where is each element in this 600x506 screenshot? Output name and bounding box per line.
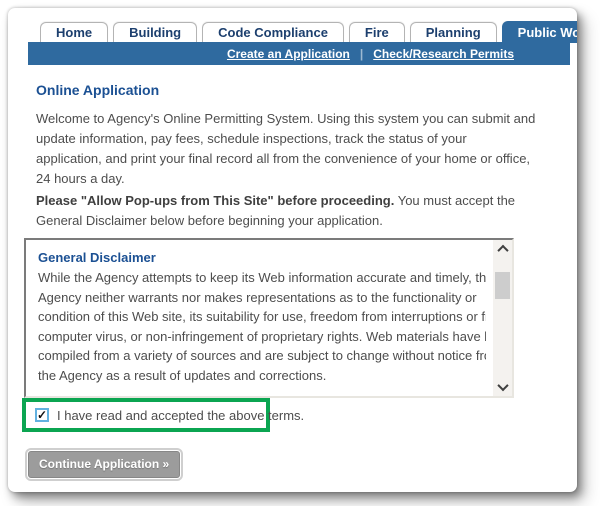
continue-application-button[interactable]: Continue Application » [28,451,180,478]
tab-planning[interactable]: Planning [410,22,497,43]
welcome-line: application, and print your final record… [36,149,535,169]
tab-code-compliance[interactable]: Code Compliance [202,22,344,43]
disclaimer-title: General Disclaimer [38,248,486,268]
welcome-line: update information, pay fees, schedule i… [36,129,535,149]
chevron-up-icon [497,245,508,256]
terms-checkbox-label[interactable]: I have read and accepted the above terms… [57,408,304,423]
scrollbar-thumb[interactable] [495,272,510,299]
tab-public-works[interactable]: Public Works [502,21,577,43]
notice-line: General Disclaimer below before beginnin… [36,211,515,231]
sub-navbar: Create an Application | Check/Research P… [28,42,570,65]
tab-strip: Home Building Code Compliance Fire Plann… [40,21,577,43]
notice-bold-text: Please "Allow Pop-ups from This Site" be… [36,193,394,208]
notice-line: Please "Allow Pop-ups from This Site" be… [36,191,515,211]
tab-building[interactable]: Building [113,22,197,43]
chevron-down-icon [497,380,508,391]
scrollbar-track[interactable] [493,258,512,378]
disclaimer-line: compiled from a variety of sources and a… [38,346,486,366]
page-card: Home Building Code Compliance Fire Plann… [8,8,577,492]
disclaimer-line: computer virus, or non-infringement of p… [38,327,486,347]
disclaimer-line: Agency neither warrants nor makes repres… [38,288,486,308]
disclaimer-text: General Disclaimer While the Agency atte… [38,248,486,398]
disclaimer-paragraph-gap [38,385,486,398]
continue-button-frame: Continue Application » [25,448,183,481]
agreement-highlight-frame: ✓ I have read and accepted the above ter… [22,398,270,432]
nav-separator: | [360,47,363,61]
disclaimer-line: While the Agency attempts to keep its We… [38,268,486,288]
popup-notice: Please "Allow Pop-ups from This Site" be… [36,191,515,231]
scroll-up-button[interactable] [493,240,512,258]
check-research-permits-link[interactable]: Check/Research Permits [373,47,514,61]
tab-fire[interactable]: Fire [349,22,405,43]
tab-home[interactable]: Home [40,22,108,43]
disclaimer-line: the Agency as a result of updates and co… [38,366,486,386]
general-disclaimer-scrollbox: General Disclaimer While the Agency atte… [24,238,514,398]
disclaimer-scrollbar[interactable] [493,240,512,396]
disclaimer-line: condition of this Web site, its suitabil… [38,307,486,327]
scroll-down-button[interactable] [493,378,512,396]
create-application-link[interactable]: Create an Application [227,47,350,61]
welcome-line: Welcome to Agency's Online Permitting Sy… [36,109,535,129]
welcome-paragraph: Welcome to Agency's Online Permitting Sy… [36,109,535,189]
notice-rest-text: You must accept the [394,193,515,208]
page-title: Online Application [36,82,159,98]
terms-checkbox[interactable]: ✓ [35,408,49,422]
welcome-line: 24 hours a day. [36,169,535,189]
